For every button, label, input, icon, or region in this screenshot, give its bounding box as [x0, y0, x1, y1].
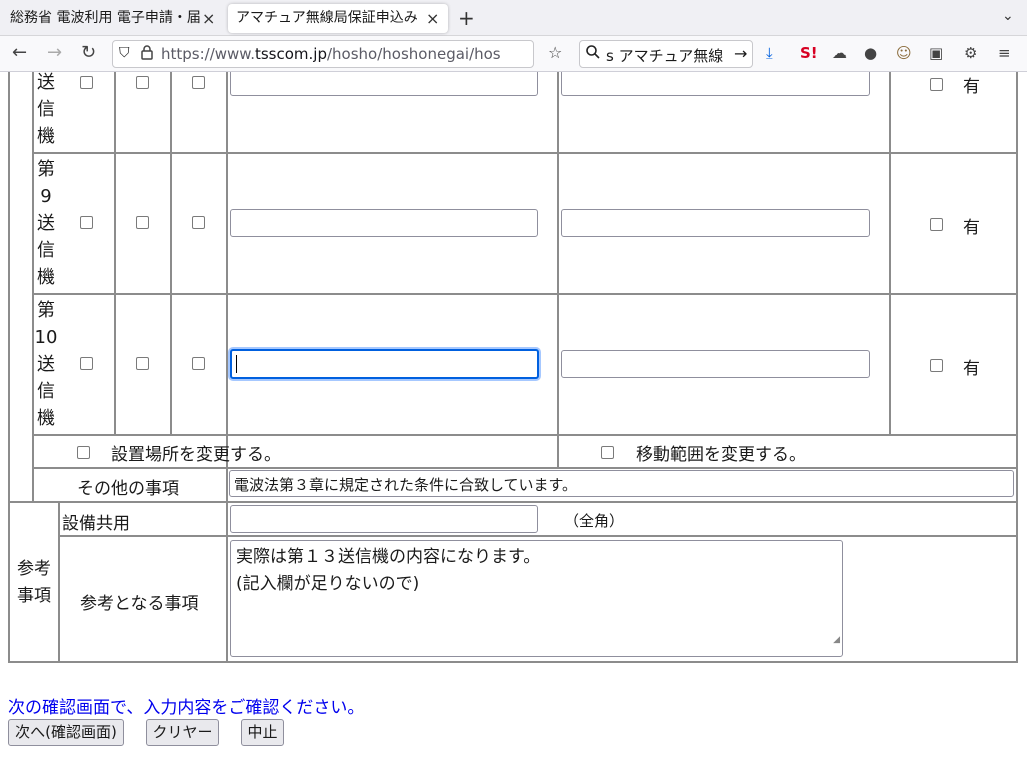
- equipment-sharing-hint: （全角）: [564, 512, 625, 530]
- reference-section-label: 参考 事項: [17, 559, 51, 606]
- change-location-label: 設置場所を変更する。: [111, 445, 281, 465]
- extension-balls-icon[interactable]: ●: [864, 44, 877, 62]
- text-input-focused[interactable]: [230, 349, 539, 379]
- has-checkbox[interactable]: [930, 78, 943, 91]
- transmitter-label-char: 機: [37, 408, 55, 429]
- checkbox[interactable]: [80, 216, 93, 229]
- confirmation-notice: 次の確認画面で、入力内容をご確認ください。: [8, 698, 365, 718]
- other-matters-label: その他の事項: [77, 479, 179, 499]
- equipment-sharing-label: 設備共用: [62, 514, 130, 534]
- checkbox[interactable]: [136, 357, 149, 370]
- chevron-down-icon[interactable]: ⌄: [1002, 8, 1014, 24]
- text-input[interactable]: [230, 72, 538, 96]
- transmitter-label-char: 信: [37, 240, 55, 261]
- search-text: s アマチュア無線: [606, 47, 724, 65]
- new-tab-icon[interactable]: +: [458, 6, 475, 30]
- checkbox[interactable]: [80, 76, 93, 89]
- text-input[interactable]: [561, 209, 870, 237]
- checkbox[interactable]: [136, 76, 149, 89]
- back-arrow-icon[interactable]: ←: [12, 42, 27, 63]
- page-content: 送 信 機 有 第 9 送 信 機 有 第 10 送 信 機 有 設置場所を変更…: [0, 72, 1027, 764]
- table-border: [170, 72, 172, 434]
- table-border: [32, 434, 1018, 436]
- change-range-label: 移動範囲を変更する。: [636, 445, 806, 465]
- tab-title: アマチュア無線局保証申込み: [236, 10, 418, 26]
- transmitter-label-char: 送: [37, 72, 55, 93]
- container-icon[interactable]: ▣: [929, 44, 943, 62]
- table-border: [32, 293, 1018, 295]
- lock-icon[interactable]: [141, 45, 153, 64]
- table-border: [226, 72, 228, 662]
- extension-cloud-icon[interactable]: ☁: [832, 44, 847, 62]
- search-bar[interactable]: s アマチュア無線 →: [579, 40, 753, 68]
- transmitter-label-char: 機: [37, 126, 55, 147]
- has-label: 有: [963, 359, 980, 379]
- other-matters-input[interactable]: 電波法第３章に規定された条件に合致しています。: [229, 470, 1014, 497]
- download-icon[interactable]: ⤓: [766, 44, 773, 62]
- table-border: [1016, 72, 1018, 662]
- has-checkbox[interactable]: [930, 359, 943, 372]
- text-input[interactable]: [561, 350, 870, 378]
- tab-title: 総務省 電波利用 電子申請・届: [10, 10, 201, 26]
- table-border: [8, 661, 1018, 663]
- checkbox[interactable]: [192, 76, 205, 89]
- text-input[interactable]: [561, 72, 870, 96]
- reload-icon[interactable]: ↻: [81, 42, 96, 63]
- checkbox[interactable]: [136, 216, 149, 229]
- reference-matters-value: 実際は第１３送信機の内容になります。 (記入欄が足りないので): [236, 547, 541, 594]
- extension-s-icon[interactable]: S!: [800, 44, 818, 62]
- clear-button[interactable]: クリヤー: [146, 719, 219, 746]
- table-border: [8, 501, 1018, 503]
- equipment-sharing-input[interactable]: [230, 505, 538, 533]
- reference-matters-label: 参考となる事項: [80, 594, 199, 614]
- next-confirm-button[interactable]: 次へ(確認画面): [8, 719, 124, 746]
- change-location-checkbox[interactable]: [77, 446, 90, 459]
- url-bar[interactable]: ⛉ https://www.tsscom.jp/hosho/hoshonegai…: [112, 40, 534, 68]
- transmitter-label-char: 10: [34, 327, 58, 348]
- table-border: [58, 502, 60, 662]
- tracking-protection-icon[interactable]: ⛉: [119, 45, 130, 61]
- extensions-puzzle-icon[interactable]: ⚙: [964, 44, 977, 62]
- transmitter-label-char: 送: [37, 213, 55, 234]
- transmitter-label-char: 機: [37, 267, 55, 288]
- transmitter-label-char: 第: [37, 159, 55, 180]
- search-go-arrow-icon[interactable]: →: [734, 44, 747, 63]
- table-border: [114, 72, 116, 434]
- bookmark-star-icon[interactable]: ☆: [548, 43, 562, 62]
- transmitter-label-char: 信: [37, 99, 55, 120]
- has-label: 有: [963, 77, 980, 97]
- table-border: [32, 467, 1018, 469]
- close-tab-icon[interactable]: ×: [202, 4, 215, 33]
- table-border: [557, 72, 559, 468]
- other-matters-value: 電波法第３章に規定された条件に合致しています。: [234, 476, 578, 494]
- tab-amateur-radio[interactable]: アマチュア無線局保証申込み ×: [228, 4, 448, 33]
- has-label: 有: [963, 218, 980, 238]
- transmitter-label-char: 信: [37, 381, 55, 402]
- tab-bar: 総務省 電波利用 電子申請・届 × アマチュア無線局保証申込み × + ⌄: [0, 0, 1027, 36]
- checkbox[interactable]: [80, 357, 93, 370]
- menu-icon[interactable]: ≡: [998, 44, 1011, 62]
- table-border: [889, 72, 891, 434]
- cancel-button[interactable]: 中止: [241, 719, 284, 746]
- text-input[interactable]: [230, 209, 538, 237]
- search-icon: [586, 45, 600, 63]
- table-border: [58, 535, 1018, 537]
- table-border: [32, 152, 1018, 154]
- transmitter-label-char: 送: [37, 354, 55, 375]
- has-checkbox[interactable]: [930, 218, 943, 231]
- checkbox[interactable]: [192, 216, 205, 229]
- checkbox[interactable]: [192, 357, 205, 370]
- change-range-checkbox[interactable]: [601, 446, 614, 459]
- forward-arrow-icon[interactable]: →: [47, 42, 62, 63]
- tab-soumu[interactable]: 総務省 電波利用 電子申請・届 ×: [2, 4, 224, 33]
- close-tab-icon[interactable]: ×: [426, 4, 439, 33]
- text-caret: [236, 355, 237, 373]
- navigation-bar: ← → ↻ ⛉ https://www.tsscom.jp/hosho/hosh…: [0, 36, 1027, 72]
- reference-matters-textarea[interactable]: 実際は第１３送信機の内容になります。 (記入欄が足りないので) ◢: [230, 540, 843, 657]
- resize-grip-icon[interactable]: ◢: [833, 627, 840, 654]
- transmitter-label-char: 第: [37, 300, 55, 321]
- extension-person-icon[interactable]: ☺: [896, 44, 912, 62]
- transmitter-label-char: 9: [40, 186, 52, 207]
- url-text: https://www.tsscom.jp/hosho/hoshonegai/h…: [161, 45, 501, 63]
